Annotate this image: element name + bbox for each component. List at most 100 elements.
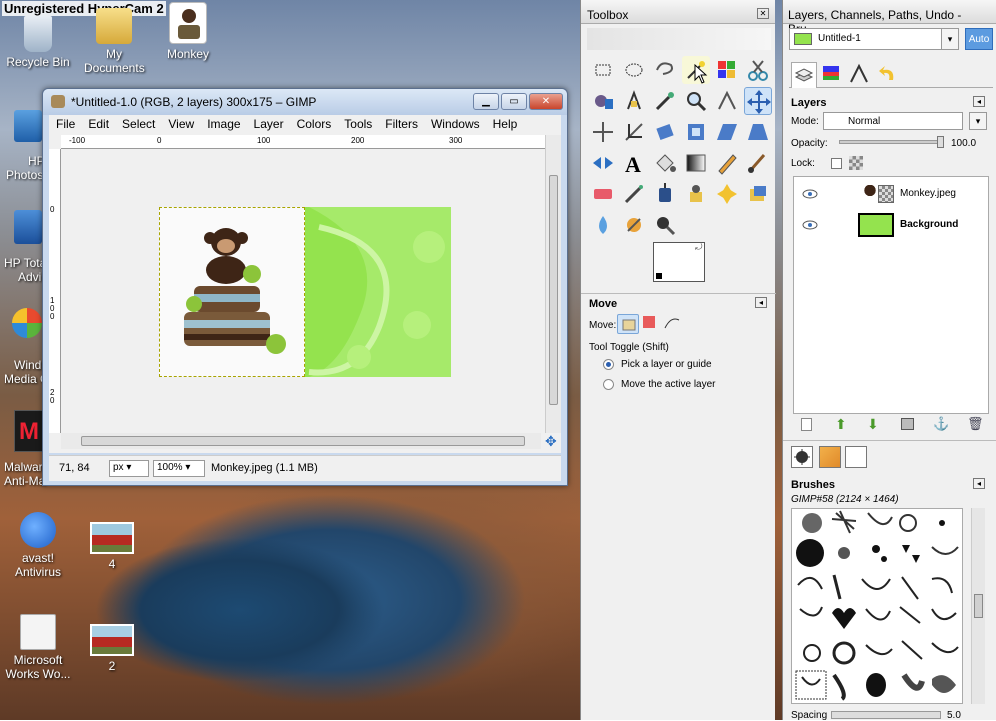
rotate-tool[interactable]	[651, 118, 679, 146]
move-active-layer-radio[interactable]	[603, 379, 614, 390]
brush-tab[interactable]	[791, 446, 813, 468]
horizontal-scrollbar[interactable]	[61, 433, 541, 449]
raise-layer-icon[interactable]: ⬆	[835, 416, 847, 433]
desktop-icon-works[interactable]: Microsoft Works Wo...	[0, 614, 78, 681]
menu-file[interactable]: File	[49, 115, 81, 131]
perspective-tool[interactable]	[744, 118, 772, 146]
hp-advisor-icon[interactable]	[14, 210, 42, 244]
ink-tool[interactable]	[651, 180, 679, 208]
opacity-slider-handle[interactable]	[937, 136, 944, 148]
crop-tool[interactable]	[620, 118, 648, 146]
monkey-layer[interactable]	[159, 207, 305, 377]
paths-tool[interactable]	[620, 87, 648, 115]
move-mode-path-button[interactable]	[663, 314, 681, 332]
measure-tool[interactable]	[713, 87, 741, 115]
swap-colors-icon[interactable]: ⤾	[695, 242, 703, 253]
image-select[interactable]: Untitled-1	[789, 28, 959, 50]
configure-tab-icon[interactable]: ◂	[973, 96, 985, 107]
visibility-eye-icon[interactable]	[802, 218, 818, 232]
vertical-ruler[interactable]: 0 1 0 0 2 0	[49, 149, 61, 433]
flip-tool[interactable]	[589, 149, 617, 177]
close-button[interactable]: ✕	[529, 93, 563, 110]
image-canvas[interactable]	[159, 207, 451, 377]
visibility-eye-icon[interactable]	[802, 187, 818, 201]
menu-image[interactable]: Image	[200, 115, 246, 131]
shear-tool[interactable]	[713, 118, 741, 146]
menu-edit[interactable]: Edit	[81, 115, 115, 131]
color-picker-tool[interactable]	[651, 87, 679, 115]
image-window-titlebar[interactable]: *Untitled-1.0 (RGB, 2 layers) 300x175 – …	[43, 89, 567, 115]
color-swatches[interactable]: ⤾	[653, 242, 707, 284]
move-mode-selection-button[interactable]	[643, 316, 655, 328]
scroll-thumb[interactable]	[81, 436, 525, 446]
layers-dock-header[interactable]: Layers, Channels, Paths, Undo - Bru...	[783, 0, 996, 36]
layer-row[interactable]: Monkey.jpeg	[794, 179, 988, 209]
dodge-burn-tool[interactable]	[651, 211, 679, 239]
minimize-button[interactable]: ▁	[473, 93, 499, 110]
blur-tool[interactable]	[589, 211, 617, 239]
menu-view[interactable]: View	[161, 115, 200, 131]
tab-undo[interactable]	[875, 62, 901, 88]
lock-alpha-icon[interactable]	[849, 156, 863, 170]
opacity-slider[interactable]	[839, 136, 944, 148]
image-select-arrow[interactable]: ▾	[941, 28, 959, 50]
vertical-scrollbar[interactable]	[545, 135, 561, 433]
menu-tools[interactable]: Tools	[337, 115, 378, 131]
mode-select-arrow[interactable]: ▾	[969, 112, 987, 130]
align-tool[interactable]	[589, 118, 617, 146]
configure-tab-icon[interactable]: ◂	[755, 297, 767, 308]
menu-layer[interactable]: Layer	[247, 115, 290, 131]
delete-layer-icon[interactable]: 🗑	[967, 416, 984, 432]
menu-windows[interactable]: Windows	[424, 115, 486, 131]
unit-select[interactable]: px ▾	[109, 460, 149, 477]
eraser-tool[interactable]	[589, 180, 617, 208]
close-icon[interactable]: ✕	[757, 8, 769, 19]
layer-row[interactable]: Background	[794, 210, 988, 240]
menu-help[interactable]: Help	[486, 115, 524, 131]
heal-tool[interactable]	[713, 180, 741, 208]
paintbrush-tool[interactable]	[744, 149, 772, 177]
malwarebytes-icon[interactable]: M	[14, 410, 44, 452]
menu-select[interactable]: Select	[115, 115, 161, 131]
desktop-icon-recycle-bin[interactable]: Recycle Bin	[0, 16, 78, 69]
desktop-icon-photo-2[interactable]: 2	[72, 624, 152, 673]
perspective-clone-tool[interactable]	[744, 180, 772, 208]
gradient-tab[interactable]	[845, 446, 867, 468]
horizontal-ruler[interactable]: -100 0 100 200 300	[61, 135, 545, 149]
brush-thumbnails[interactable]	[792, 509, 963, 704]
pattern-tab[interactable]	[819, 446, 841, 468]
desktop-icon-photo-4[interactable]: 4	[72, 522, 152, 571]
anchor-layer-icon[interactable]: ⚓	[933, 416, 949, 432]
menu-filters[interactable]: Filters	[378, 115, 424, 131]
mode-select[interactable]: Normal	[823, 112, 963, 130]
blend-tool[interactable]	[682, 149, 710, 177]
clone-tool[interactable]	[682, 180, 710, 208]
brush-scrollbar[interactable]	[971, 508, 985, 704]
move-mode-layer-button[interactable]	[617, 314, 639, 334]
tab-channels[interactable]	[819, 62, 845, 88]
desktop-icon-my-documents[interactable]: My Documents	[74, 8, 154, 75]
toolbox-header[interactable]: Toolbox ✕	[581, 0, 775, 24]
auto-button[interactable]: Auto	[965, 28, 993, 50]
scissors-tool[interactable]	[744, 56, 772, 84]
ellipse-select-tool[interactable]	[620, 56, 648, 84]
zoom-tool[interactable]	[682, 87, 710, 115]
desktop-icon-monkey[interactable]: Monkey	[148, 2, 228, 61]
lock-pixels-checkbox[interactable]	[831, 158, 842, 169]
scale-tool[interactable]	[682, 118, 710, 146]
airbrush-tool[interactable]	[620, 180, 648, 208]
pick-layer-radio[interactable]	[603, 359, 614, 370]
new-layer-icon[interactable]	[801, 418, 812, 431]
desktop-icon-avast[interactable]: avast! Antivirus	[0, 512, 78, 579]
configure-tab-icon[interactable]: ◂	[973, 478, 985, 489]
scroll-thumb[interactable]	[549, 175, 558, 405]
foreground-color-swatch[interactable]	[655, 272, 663, 280]
pencil-tool[interactable]	[713, 149, 741, 177]
zoom-select[interactable]: 100% ▾	[153, 460, 205, 477]
tab-paths[interactable]	[847, 62, 873, 88]
text-tool[interactable]: A	[620, 149, 648, 177]
lower-layer-icon[interactable]: ⬇	[867, 416, 879, 433]
bucket-fill-tool[interactable]	[651, 149, 679, 177]
menu-colors[interactable]: Colors	[290, 115, 338, 131]
hp-photos-icon[interactable]	[14, 110, 42, 142]
